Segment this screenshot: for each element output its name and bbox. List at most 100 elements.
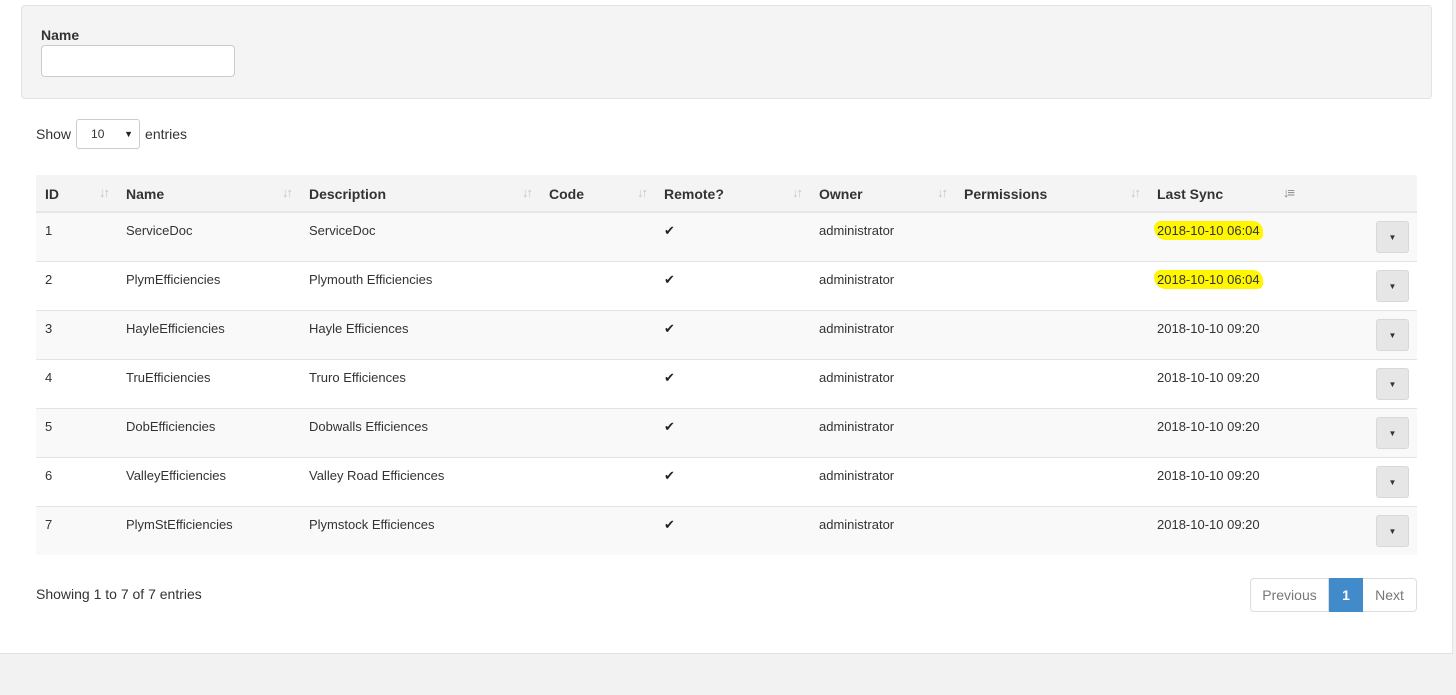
check-icon: ✔ (664, 517, 675, 532)
next-page-button[interactable]: Next (1363, 578, 1417, 612)
cell-permissions (955, 211, 1148, 262)
cell-owner: administrator (810, 506, 955, 555)
caret-down-icon: ▼ (1388, 281, 1397, 291)
sort-both-icon: ↓↑ (1130, 185, 1141, 200)
highlighted-last-sync: 2018-10-10 06:04 (1154, 270, 1263, 289)
entries-per-page-value: 10 (91, 127, 105, 141)
row-actions-dropdown-button[interactable]: ▼ (1376, 466, 1409, 498)
cell-code (540, 457, 655, 507)
name-filter-label: Name (41, 27, 80, 43)
sort-both-icon: ↓↑ (522, 185, 533, 200)
column-header-name[interactable]: Name ↓↑ (117, 175, 300, 213)
cell-actions: ▼ (1323, 310, 1417, 360)
cell-code (540, 359, 655, 409)
cell-last-sync: 2018-10-10 09:20 (1148, 310, 1323, 360)
caret-down-icon: ▼ (1388, 232, 1397, 242)
cell-name: ValleyEfficiencies (117, 457, 300, 507)
row-actions-dropdown-button[interactable]: ▼ (1376, 368, 1409, 400)
column-header-description[interactable]: Description ↓↑ (300, 175, 540, 213)
row-actions-dropdown-button[interactable]: ▼ (1376, 221, 1409, 253)
column-header-remote[interactable]: Remote? ↓↑ (655, 175, 810, 213)
table-info: Showing 1 to 7 of 7 entries (36, 586, 202, 602)
sort-both-icon: ↓↑ (937, 185, 948, 200)
cell-id: 4 (36, 359, 117, 409)
column-header-owner[interactable]: Owner ↓↑ (810, 175, 955, 213)
cell-owner: administrator (810, 408, 955, 458)
cell-last-sync: 2018-10-10 09:20 (1148, 457, 1323, 507)
check-icon: ✔ (664, 419, 675, 434)
cell-description: Plymstock Efficiences (300, 506, 540, 555)
main-panel: Name Show 10 ▼ entries ID ↓↑ Name ↓↑ Descr… (0, 0, 1453, 654)
cell-last-sync: 2018-10-10 06:04 (1148, 261, 1323, 311)
cell-last-sync: 2018-10-10 09:20 (1148, 408, 1323, 458)
cell-description: Valley Road Efficiences (300, 457, 540, 507)
cell-actions: ▼ (1323, 506, 1417, 555)
cell-code (540, 506, 655, 555)
length-prefix: Show (36, 126, 72, 142)
cell-remote: ✔ (655, 457, 810, 507)
cell-last-sync: 2018-10-10 09:20 (1148, 359, 1323, 409)
table-row[interactable]: 1 ServiceDoc ServiceDoc ✔ administrator 2018-… (36, 211, 1417, 262)
row-actions-dropdown-button[interactable]: ▼ (1376, 515, 1409, 547)
cell-id: 3 (36, 310, 117, 360)
cell-permissions (955, 310, 1148, 360)
cell-name: TruEfficiencies (117, 359, 300, 409)
cell-name: DobEfficiencies (117, 408, 300, 458)
cell-actions: ▼ (1323, 211, 1417, 262)
column-header-last-sync[interactable]: Last Sync ↓≡ (1148, 175, 1323, 213)
caret-down-icon: ▼ (1388, 526, 1397, 536)
cell-permissions (955, 506, 1148, 555)
cell-permissions (955, 408, 1148, 458)
cell-actions: ▼ (1323, 261, 1417, 311)
column-header-permissions[interactable]: Permissions ↓↑ (955, 175, 1148, 213)
entries-per-page-select[interactable]: 10 ▼ (76, 119, 141, 149)
cell-actions: ▼ (1323, 457, 1417, 507)
caret-down-icon: ▼ (1388, 379, 1397, 389)
data-table: ID ↓↑ Name ↓↑ Description ↓↑ Code ↓↑ Remote?… (36, 175, 1417, 555)
cell-permissions (955, 359, 1148, 409)
cell-id: 2 (36, 261, 117, 311)
table-header-row: ID ↓↑ Name ↓↑ Description ↓↑ Code ↓↑ Remote?… (36, 175, 1417, 213)
check-icon: ✔ (664, 272, 675, 287)
cell-remote: ✔ (655, 261, 810, 311)
table-row[interactable]: 4 TruEfficiencies Truro Efficiences ✔ admini… (36, 359, 1417, 409)
highlighted-last-sync: 2018-10-10 06:04 (1154, 221, 1263, 240)
caret-down-icon: ▼ (1388, 330, 1397, 340)
table-row[interactable]: 6 ValleyEfficiencies Valley Road Efficienc… (36, 457, 1417, 507)
cell-code (540, 310, 655, 360)
cell-permissions (955, 261, 1148, 311)
check-icon: ✔ (664, 223, 675, 238)
table-row[interactable]: 5 DobEfficiencies Dobwalls Efficiences ✔ adm… (36, 408, 1417, 458)
row-actions-dropdown-button[interactable]: ▼ (1376, 319, 1409, 351)
caret-down-icon: ▼ (1388, 428, 1397, 438)
table-row[interactable]: 2 PlymEfficiencies Plymouth Efficiencies ✔ a… (36, 261, 1417, 311)
sort-both-icon: ↓↑ (792, 185, 803, 200)
cell-owner: administrator (810, 457, 955, 507)
cell-description: Plymouth Efficiencies (300, 261, 540, 311)
cell-remote: ✔ (655, 506, 810, 555)
cell-code (540, 261, 655, 311)
column-header-actions (1323, 175, 1417, 213)
column-header-code[interactable]: Code ↓↑ (540, 175, 655, 213)
previous-page-button[interactable]: Previous (1250, 578, 1329, 612)
table-body: 1 ServiceDoc ServiceDoc ✔ administrator 2018-… (36, 211, 1417, 555)
cell-owner: administrator (810, 359, 955, 409)
column-header-id[interactable]: ID ↓↑ (36, 175, 117, 213)
table-row[interactable]: 7 PlymStEfficiencies Plymstock Efficiences… (36, 506, 1417, 555)
cell-actions: ▼ (1323, 359, 1417, 409)
cell-id: 6 (36, 457, 117, 507)
entries-length-control: Show 10 ▼ entries (36, 119, 187, 149)
row-actions-dropdown-button[interactable]: ▼ (1376, 270, 1409, 302)
page-1-button[interactable]: 1 (1329, 578, 1363, 612)
cell-last-sync: 2018-10-10 06:04 (1148, 211, 1323, 262)
cell-name: HayleEfficiencies (117, 310, 300, 360)
row-actions-dropdown-button[interactable]: ▼ (1376, 417, 1409, 449)
table-row[interactable]: 3 HayleEfficiencies Hayle Efficiences ✔ admi… (36, 310, 1417, 360)
length-suffix: entries (145, 126, 188, 142)
cell-code (540, 211, 655, 262)
cell-permissions (955, 457, 1148, 507)
cell-name: PlymEfficiencies (117, 261, 300, 311)
cell-last-sync: 2018-10-10 09:20 (1148, 506, 1323, 555)
check-icon: ✔ (664, 321, 675, 336)
name-filter-input[interactable] (41, 45, 235, 77)
